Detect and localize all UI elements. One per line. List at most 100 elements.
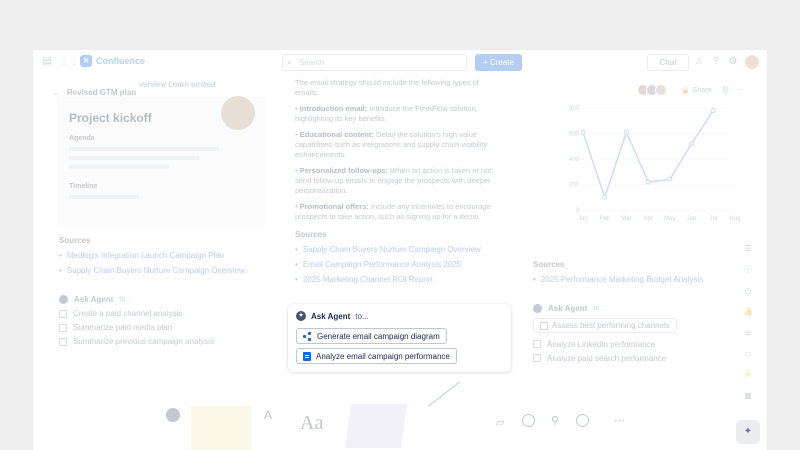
link-tool-icon[interactable] bbox=[576, 414, 589, 427]
x-tick-label: Aug bbox=[730, 216, 741, 222]
stamp-icon[interactable]: ⚲ bbox=[551, 414, 559, 427]
user-avatar[interactable] bbox=[745, 55, 759, 69]
right-sidebar: ☰ ⓘ ◷ 👍 ⚌ ▭ ⚡ ▦ bbox=[743, 244, 753, 412]
link-icon: • bbox=[295, 260, 298, 269]
settings-gear-icon[interactable]: ⚙ bbox=[727, 56, 739, 68]
collapse-chevron-icon[interactable]: ⌄ bbox=[53, 89, 59, 97]
play-icon[interactable] bbox=[166, 408, 180, 422]
middle-card: The email strategy should include the fo… bbox=[287, 76, 509, 306]
x-tick-label: Apr bbox=[643, 216, 652, 222]
document-icon bbox=[303, 351, 311, 361]
create-button[interactable]: + Create bbox=[475, 54, 522, 71]
ask-agent-popup: ✦ Ask Agent to... Generate email campaig… bbox=[288, 304, 511, 372]
font-style-tool[interactable]: Aa bbox=[300, 412, 323, 435]
top-navigation-bar: ▤ ⋮⋮ ✕ Confluence ⌕ Search + Create Chat… bbox=[33, 50, 767, 76]
search-icon: ⌕ bbox=[287, 57, 293, 67]
data-point bbox=[645, 179, 651, 185]
agent-suggestion[interactable]: Summarize previous campaign analysis bbox=[59, 337, 269, 346]
generate-diagram-label: Generate email campaign diagram bbox=[317, 331, 440, 341]
notifications-icon[interactable]: ♫ bbox=[693, 56, 705, 68]
timer-tool-icon[interactable] bbox=[522, 414, 535, 427]
data-point bbox=[623, 129, 629, 135]
timer-icon[interactable]: ◷ bbox=[743, 286, 753, 296]
like-icon[interactable]: 👍 bbox=[743, 307, 753, 317]
strategy-item: • Educational content: Detail the soluti… bbox=[295, 130, 488, 159]
generate-diagram-button[interactable]: Generate email campaign diagram bbox=[296, 328, 447, 344]
whiteboard-toolbar: A Aa ▱ ⚲ ⋯ bbox=[160, 381, 640, 450]
data-point bbox=[602, 194, 608, 200]
link-icon: • bbox=[59, 251, 62, 260]
link-icon: • bbox=[295, 245, 298, 254]
filters-icon[interactable]: ⚌ bbox=[743, 328, 753, 338]
page-title[interactable]: Revised GTM plan bbox=[67, 88, 136, 97]
sticky-note-tool[interactable] bbox=[191, 406, 251, 450]
agent-suggestion[interactable]: Create a paid channel analysis bbox=[59, 309, 269, 318]
agent-fab-icon[interactable]: ✦ bbox=[736, 420, 760, 444]
agent-suggestion[interactable]: Summarize paid media plan bbox=[59, 323, 269, 332]
agenda-line bbox=[69, 147, 219, 151]
source-link[interactable]: • Supply Chain Buyers Nurture Campaign Ov… bbox=[59, 266, 269, 275]
more-options-icon[interactable]: ⋯ bbox=[737, 86, 744, 94]
document-icon bbox=[59, 337, 67, 346]
document-icon bbox=[59, 309, 67, 318]
strategy-item: • Introduction email: Introduce the Flee… bbox=[295, 104, 478, 123]
document-icon bbox=[533, 340, 541, 348]
lock-icon: 🔒 bbox=[681, 87, 690, 94]
x-tick-label: Mar bbox=[621, 216, 631, 222]
more-tools-icon[interactable]: ⋯ bbox=[614, 414, 625, 427]
confluence-logo[interactable]: ✕ Confluence bbox=[80, 55, 145, 67]
data-point bbox=[710, 108, 716, 114]
source-link[interactable]: • Medlogix Integration Launch Campaign Pl… bbox=[59, 251, 269, 260]
automation-icon[interactable]: ⚡ bbox=[743, 370, 753, 380]
info-icon[interactable]: ⓘ bbox=[743, 265, 753, 275]
source-link[interactable]: • 2025 Marketing Channel ROI Report bbox=[295, 275, 501, 284]
apps-icon[interactable]: ▦ bbox=[743, 391, 753, 401]
shape-tool[interactable] bbox=[344, 404, 408, 448]
x-tick-label: Feb bbox=[600, 216, 611, 222]
link-icon[interactable]: ⛓ bbox=[721, 86, 730, 94]
strategy-item: • Personalized follow-ups: When an actio… bbox=[295, 166, 494, 195]
comments-icon[interactable]: ☰ bbox=[743, 244, 753, 254]
app-switcher-icon[interactable]: ⋮⋮ bbox=[59, 56, 79, 68]
y-tick-label: 800 bbox=[569, 106, 580, 112]
x-tick-label: Jun bbox=[687, 216, 697, 222]
line-chart: 0 200 400 600 800 Jan Feb Mar Apr May Jun Jul Aug bbox=[569, 106, 741, 222]
x-tick-label: Jul bbox=[709, 216, 717, 222]
y-tick-label: 600 bbox=[569, 132, 580, 138]
link-icon: • bbox=[295, 275, 298, 284]
popup-header: ✦ Ask Agent to... bbox=[296, 311, 503, 321]
agent-suggestion[interactable]: Assess best performing channels bbox=[533, 318, 677, 333]
sources-heading: Sources bbox=[533, 260, 565, 269]
timeline-line bbox=[69, 195, 139, 199]
avatar bbox=[655, 84, 667, 96]
ask-agent-header: Ask Agent to... bbox=[533, 304, 743, 313]
left-card: verview Learn embed ⌄ Revised GTM plan P… bbox=[53, 76, 275, 381]
source-link[interactable]: • Supply Chain Buyers Nurture Campaign Ov… bbox=[295, 245, 501, 254]
y-tick-label: 400 bbox=[569, 157, 580, 163]
sources-heading: Sources bbox=[59, 236, 91, 245]
profile-photo bbox=[221, 96, 255, 130]
line-tool[interactable] bbox=[428, 381, 485, 438]
source-link[interactable]: • Email Campaign Performance Analysis 202… bbox=[295, 260, 501, 269]
agent-suggestion[interactable]: Analyze paid search performance bbox=[533, 354, 743, 363]
agent-suggestion[interactable]: Analyze LinkedIn performance bbox=[533, 340, 743, 349]
share-button[interactable]: 🔒 Share bbox=[681, 86, 711, 95]
document-icon bbox=[59, 323, 67, 332]
collaborator-avatars[interactable] bbox=[637, 84, 667, 96]
popup-title: Ask Agent bbox=[311, 311, 351, 321]
header-links[interactable]: verview Learn embed bbox=[139, 80, 215, 89]
search-placeholder: Search bbox=[299, 58, 325, 67]
text-tool-icon[interactable]: A bbox=[264, 408, 278, 428]
sidebar-toggle-icon[interactable]: ▤ bbox=[41, 56, 53, 68]
confluence-logo-icon: ✕ bbox=[80, 55, 92, 67]
folder-icon[interactable]: ▱ bbox=[496, 416, 504, 429]
help-icon[interactable]: ? bbox=[710, 56, 722, 68]
search-input[interactable]: ⌕ Search bbox=[282, 54, 467, 71]
chat-button[interactable]: Chat bbox=[647, 54, 689, 71]
data-point bbox=[580, 129, 586, 135]
analyze-performance-button[interactable]: Analyze email campaign performance bbox=[296, 348, 457, 364]
source-link[interactable]: • 2025 Performance Marketing Budget Analy… bbox=[533, 275, 743, 284]
document-icon bbox=[540, 321, 548, 330]
video-icon[interactable]: ▭ bbox=[743, 349, 753, 359]
analyze-performance-label: Analyze email campaign performance bbox=[316, 351, 450, 361]
